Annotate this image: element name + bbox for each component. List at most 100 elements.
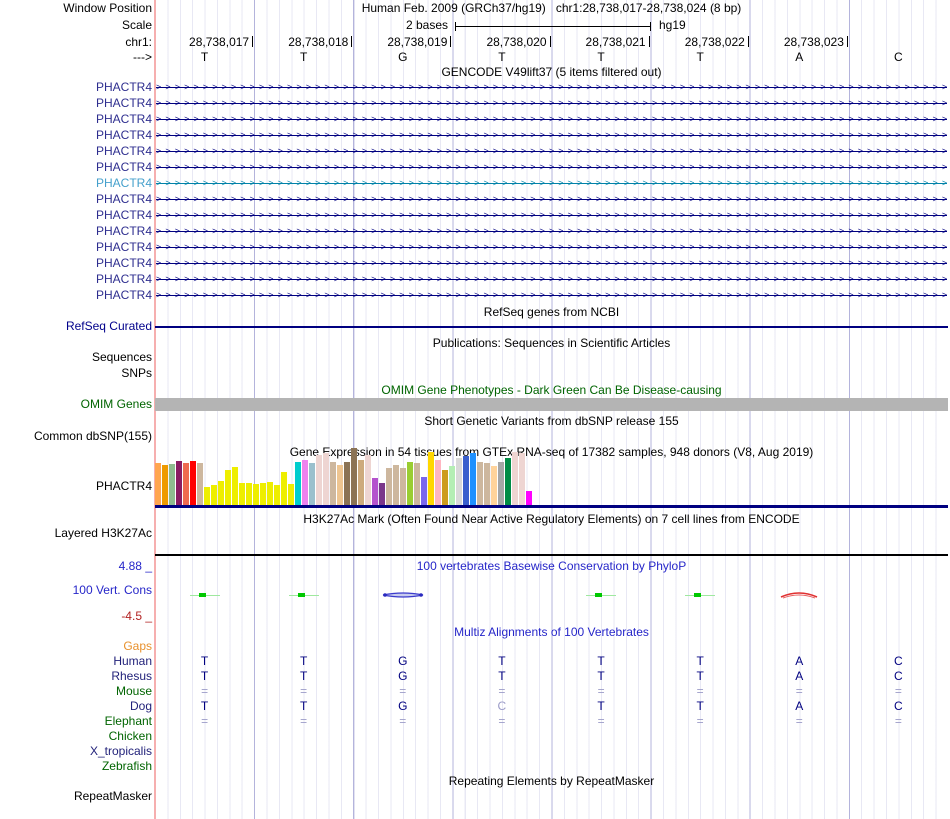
gencode-transcript-row[interactable]: >>>>>>>>>>>>>>>>>>>>>>>>>>>>>>>>>>>>>>>>… [156, 193, 947, 205]
gtex-bar[interactable] [470, 453, 476, 505]
gtex-bar[interactable] [190, 461, 196, 505]
gencode-transcript-row[interactable]: >>>>>>>>>>>>>>>>>>>>>>>>>>>>>>>>>>>>>>>>… [156, 289, 947, 301]
gencode-transcript-row[interactable]: >>>>>>>>>>>>>>>>>>>>>>>>>>>>>>>>>>>>>>>>… [156, 145, 947, 157]
gtex-bar[interactable] [456, 458, 462, 505]
gaps-label[interactable]: Gaps [0, 639, 152, 653]
gencode-transcript-label[interactable]: PHACTR4 [0, 192, 152, 206]
snps-label[interactable]: SNPs [0, 366, 152, 380]
gtex-bar[interactable] [372, 478, 378, 505]
gtex-bar[interactable] [435, 460, 441, 505]
multiz-species-label[interactable]: Rhesus [0, 669, 152, 683]
gtex-bar[interactable] [498, 462, 504, 505]
multiz-species-label[interactable]: Zebrafish [0, 759, 152, 773]
gtex-bar[interactable] [386, 468, 392, 505]
gtex-bar[interactable] [302, 460, 308, 505]
gtex-bar[interactable] [316, 455, 322, 505]
gtex-bar[interactable] [232, 467, 238, 505]
gencode-transcript-label[interactable]: PHACTR4 [0, 96, 152, 110]
gtex-bar[interactable] [421, 477, 427, 505]
gtex-bar[interactable] [344, 462, 350, 505]
gencode-transcript-row[interactable]: >>>>>>>>>>>>>>>>>>>>>>>>>>>>>>>>>>>>>>>>… [156, 209, 947, 221]
gencode-transcript-label[interactable]: PHACTR4 [0, 240, 152, 254]
gencode-transcript-row[interactable]: >>>>>>>>>>>>>>>>>>>>>>>>>>>>>>>>>>>>>>>>… [156, 241, 947, 253]
common-dbsnp-label[interactable]: Common dbSNP(155) [0, 429, 152, 443]
gtex-bar[interactable] [323, 453, 329, 505]
gtex-bar[interactable] [183, 463, 189, 505]
gtex-bar[interactable] [239, 483, 245, 505]
gencode-transcript-row[interactable]: >>>>>>>>>>>>>>>>>>>>>>>>>>>>>>>>>>>>>>>>… [156, 81, 947, 93]
gtex-bar[interactable] [197, 463, 203, 505]
refseq-gene-line[interactable] [155, 326, 948, 328]
gencode-transcript-label[interactable]: PHACTR4 [0, 128, 152, 142]
gtex-gene-label[interactable]: PHACTR4 [0, 479, 152, 493]
gtex-bar[interactable] [505, 458, 511, 505]
gtex-bar[interactable] [218, 481, 224, 505]
gencode-transcript-label[interactable]: PHACTR4 [0, 144, 152, 158]
gencode-transcript-label[interactable]: PHACTR4 [0, 208, 152, 222]
gtex-bar[interactable] [526, 491, 532, 505]
gencode-transcript-label[interactable]: PHACTR4 [0, 80, 152, 94]
gtex-bar[interactable] [428, 452, 434, 505]
gencode-transcript-label[interactable]: PHACTR4 [0, 256, 152, 270]
gtex-bar[interactable] [176, 461, 182, 505]
gtex-bar[interactable] [393, 465, 399, 505]
gtex-bar[interactable] [274, 485, 280, 505]
multiz-species-label[interactable]: X_tropicalis [0, 744, 152, 758]
gtex-bar[interactable] [260, 483, 266, 505]
gtex-bar[interactable] [449, 466, 455, 505]
gencode-transcript-row[interactable]: >>>>>>>>>>>>>>>>>>>>>>>>>>>>>>>>>>>>>>>>… [156, 257, 947, 269]
gtex-bar[interactable] [337, 465, 343, 505]
layered-h3k27ac-label[interactable]: Layered H3K27Ac [0, 526, 152, 540]
gtex-bar[interactable] [484, 463, 490, 505]
gencode-transcript-label[interactable]: PHACTR4 [0, 176, 152, 190]
sequences-label[interactable]: Sequences [0, 350, 152, 364]
gtex-bar[interactable] [225, 470, 231, 505]
omim-gene-bar[interactable] [155, 398, 948, 411]
gencode-transcript-label[interactable]: PHACTR4 [0, 272, 152, 286]
gencode-transcript-label[interactable]: PHACTR4 [0, 288, 152, 302]
multiz-species-label[interactable]: Elephant [0, 714, 152, 728]
gtex-bar[interactable] [358, 460, 364, 505]
multiz-species-label[interactable]: Chicken [0, 729, 152, 743]
gtex-bar[interactable] [330, 462, 336, 505]
omim-genes-label[interactable]: OMIM Genes [0, 397, 152, 411]
multiz-species-label[interactable]: Mouse [0, 684, 152, 698]
gencode-transcript-label[interactable]: PHACTR4 [0, 160, 152, 174]
gencode-transcript-row[interactable]: >>>>>>>>>>>>>>>>>>>>>>>>>>>>>>>>>>>>>>>>… [156, 113, 947, 125]
gtex-bar[interactable] [477, 462, 483, 505]
gtex-bar[interactable] [267, 482, 273, 505]
gtex-bar[interactable] [204, 487, 210, 505]
gencode-transcript-row[interactable]: >>>>>>>>>>>>>>>>>>>>>>>>>>>>>>>>>>>>>>>>… [156, 177, 947, 189]
gtex-bar[interactable] [519, 453, 525, 505]
gtex-bar[interactable] [407, 462, 413, 505]
gtex-bar[interactable] [442, 470, 448, 505]
gtex-bar[interactable] [288, 484, 294, 505]
gencode-transcript-label[interactable]: PHACTR4 [0, 224, 152, 238]
gtex-bar[interactable] [281, 472, 287, 505]
gencode-transcript-row[interactable]: >>>>>>>>>>>>>>>>>>>>>>>>>>>>>>>>>>>>>>>>… [156, 225, 947, 237]
gtex-bar[interactable] [169, 464, 175, 505]
gtex-bar[interactable] [491, 466, 497, 505]
gtex-bar[interactable] [309, 463, 315, 505]
gtex-bar[interactable] [246, 483, 252, 505]
gencode-transcript-label[interactable]: PHACTR4 [0, 112, 152, 126]
gencode-transcript-row[interactable]: >>>>>>>>>>>>>>>>>>>>>>>>>>>>>>>>>>>>>>>>… [156, 273, 947, 285]
gtex-bar[interactable] [365, 455, 371, 505]
repeatmasker-label[interactable]: RepeatMasker [0, 789, 152, 803]
gtex-bar[interactable] [211, 485, 217, 505]
conservation-label[interactable]: 100 Vert. Cons [0, 583, 152, 597]
gencode-transcript-row[interactable]: >>>>>>>>>>>>>>>>>>>>>>>>>>>>>>>>>>>>>>>>… [156, 97, 947, 109]
gtex-bar[interactable] [414, 463, 420, 505]
gtex-bar[interactable] [295, 462, 301, 505]
multiz-species-label[interactable]: Dog [0, 699, 152, 713]
gencode-transcript-row[interactable]: >>>>>>>>>>>>>>>>>>>>>>>>>>>>>>>>>>>>>>>>… [156, 129, 947, 141]
gtex-bar[interactable] [379, 483, 385, 505]
gtex-bar[interactable] [253, 484, 259, 505]
gtex-bar[interactable] [351, 448, 357, 505]
multiz-species-label[interactable]: Human [0, 654, 152, 668]
gtex-bar[interactable] [400, 468, 406, 505]
gtex-bar[interactable] [162, 465, 168, 505]
gencode-transcript-row[interactable]: >>>>>>>>>>>>>>>>>>>>>>>>>>>>>>>>>>>>>>>>… [156, 161, 947, 173]
gtex-bar[interactable] [463, 456, 469, 505]
gtex-bar[interactable] [512, 452, 518, 505]
